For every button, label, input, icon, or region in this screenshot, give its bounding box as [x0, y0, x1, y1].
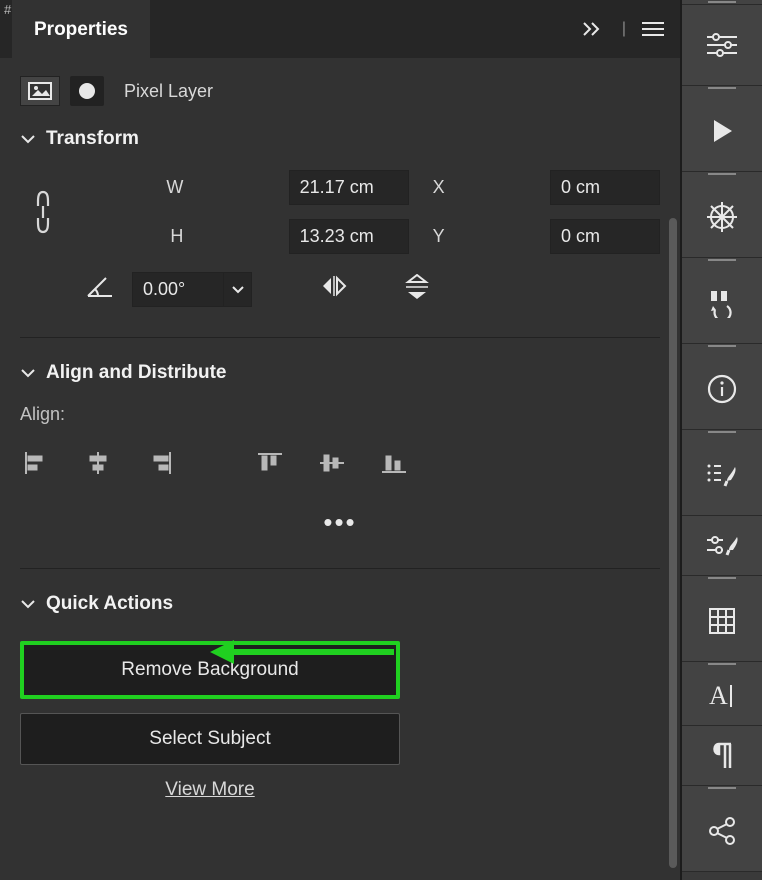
- section-divider: [20, 568, 660, 569]
- section-quick-actions[interactable]: Quick Actions: [20, 593, 660, 615]
- x-input[interactable]: [550, 170, 660, 205]
- y-label: Y: [425, 226, 445, 247]
- h-label: H: [163, 226, 183, 247]
- y-input[interactable]: [550, 219, 660, 254]
- divider: |: [622, 20, 626, 38]
- left-edge: #: [0, 0, 12, 58]
- tab-controls: |: [566, 0, 680, 58]
- scrollbar[interactable]: [669, 218, 677, 868]
- play-icon[interactable]: [682, 90, 762, 172]
- angle-icon: [86, 276, 114, 303]
- align-vcenter-icon[interactable]: [316, 449, 348, 477]
- paragraph-icon[interactable]: [682, 726, 762, 786]
- angle-row: [86, 272, 660, 307]
- layer-type-label: Pixel Layer: [124, 81, 213, 102]
- select-subject-button[interactable]: Select Subject: [20, 713, 400, 765]
- align-right-icon[interactable]: [144, 449, 176, 477]
- collapse-icon[interactable]: [582, 21, 606, 37]
- align-bottom-icon[interactable]: [378, 449, 410, 477]
- remove-background-button[interactable]: Remove Background: [20, 641, 400, 699]
- flip-horizontal-icon[interactable]: [320, 274, 348, 305]
- type-icon[interactable]: A: [682, 666, 762, 726]
- w-label: W: [163, 177, 183, 198]
- right-dock: A: [680, 0, 762, 880]
- brush-settings-icon[interactable]: [682, 516, 762, 576]
- flip-vertical-icon[interactable]: [404, 274, 430, 305]
- menu-icon[interactable]: [642, 21, 664, 37]
- handle-icon: #: [4, 2, 11, 17]
- more-icon[interactable]: •••: [20, 507, 660, 538]
- x-label: X: [425, 177, 445, 198]
- align-label: Align:: [20, 404, 660, 425]
- panel-tab-bar: # Properties |: [0, 0, 680, 58]
- info-icon[interactable]: [682, 348, 762, 430]
- properties-tab[interactable]: Properties: [12, 0, 150, 58]
- height-input[interactable]: [289, 219, 409, 254]
- section-align[interactable]: Align and Distribute: [20, 362, 660, 384]
- history-icon[interactable]: [682, 262, 762, 344]
- width-input[interactable]: [289, 170, 409, 205]
- properties-panel: # Properties | Pixel Layer: [0, 0, 680, 880]
- chevron-down-icon: [20, 133, 36, 145]
- chevron-down-icon: [20, 367, 36, 379]
- angle-input[interactable]: [132, 272, 224, 307]
- align-hcenter-icon[interactable]: [82, 449, 114, 477]
- transform-grid: W X H Y: [28, 170, 660, 254]
- pixel-layer-icon[interactable]: [20, 76, 60, 106]
- brush-list-icon[interactable]: [682, 434, 762, 516]
- wheel-icon[interactable]: [682, 176, 762, 258]
- angle-dropdown[interactable]: [224, 272, 252, 307]
- view-more-link[interactable]: View More: [20, 779, 400, 801]
- chevron-down-icon: [20, 598, 36, 610]
- adjustments-icon[interactable]: [682, 4, 762, 86]
- share-icon[interactable]: [682, 790, 762, 872]
- section-transform[interactable]: Transform: [20, 128, 660, 150]
- align-buttons: [20, 449, 660, 477]
- grid-icon[interactable]: [682, 580, 762, 662]
- mask-icon[interactable]: [70, 76, 104, 106]
- link-wh-icon[interactable]: [28, 188, 58, 236]
- layer-summary: Pixel Layer: [20, 76, 660, 106]
- section-divider: [20, 337, 660, 338]
- align-top-icon[interactable]: [254, 449, 286, 477]
- svg-text:A: A: [709, 682, 728, 710]
- panel-content: Pixel Layer Transform W X H Y: [0, 58, 680, 880]
- align-left-icon[interactable]: [20, 449, 52, 477]
